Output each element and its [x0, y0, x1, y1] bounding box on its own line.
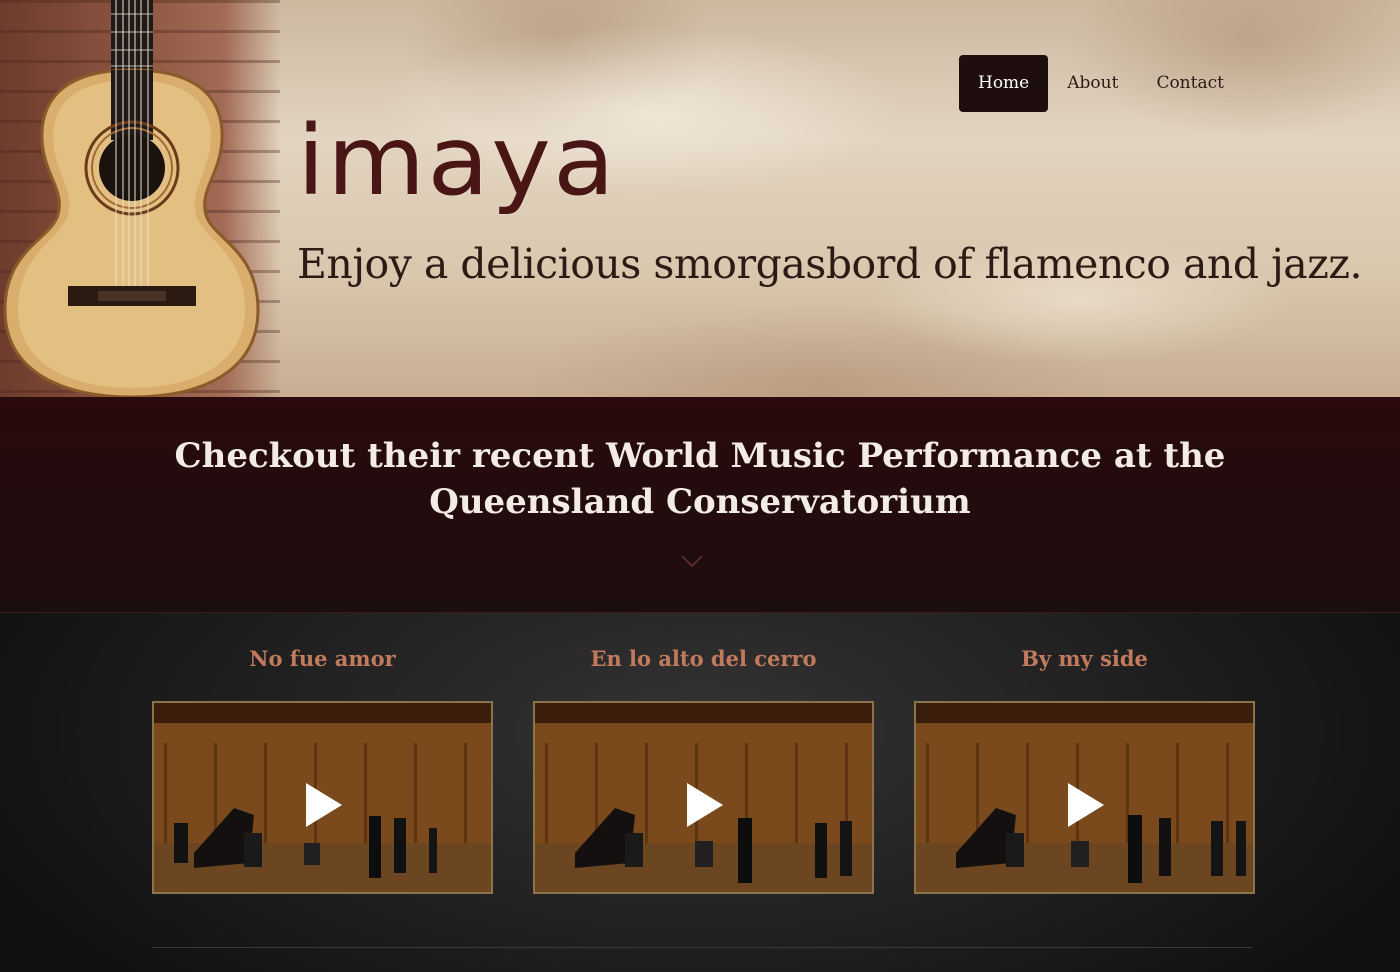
videos-section: No fue amor En lo alto del cerro By my s…	[0, 613, 1400, 972]
chevron-down-icon[interactable]	[680, 554, 704, 568]
nav-about-link[interactable]: About	[1048, 55, 1137, 112]
performance-banner: Checkout their recent World Music Perfor…	[0, 397, 1400, 613]
nav-contact-link[interactable]: Contact	[1137, 55, 1243, 112]
video-thumbnail[interactable]	[914, 701, 1255, 894]
video-title[interactable]: By my side	[914, 646, 1255, 671]
guitar-image	[3, 0, 260, 397]
hero-tagline: Enjoy a delicious smorgasbord of flamenc…	[297, 240, 1362, 288]
video-thumbnail[interactable]	[533, 701, 874, 894]
nav-home-link[interactable]: Home	[959, 55, 1049, 112]
banner-title: Checkout their recent World Music Perfor…	[174, 436, 1226, 522]
video-thumbnail[interactable]	[152, 701, 493, 894]
hero-header: Home About Contact imaya Enjoy a delicio…	[0, 0, 1400, 397]
brand-logo[interactable]: imaya	[297, 105, 617, 217]
video-title[interactable]: En lo alto del cerro	[533, 646, 874, 671]
play-icon	[687, 783, 723, 827]
video-title[interactable]: No fue amor	[152, 646, 493, 671]
section-divider	[152, 947, 1252, 948]
play-icon	[1068, 783, 1104, 827]
play-icon	[306, 783, 342, 827]
main-nav: Home About Contact	[959, 55, 1243, 112]
